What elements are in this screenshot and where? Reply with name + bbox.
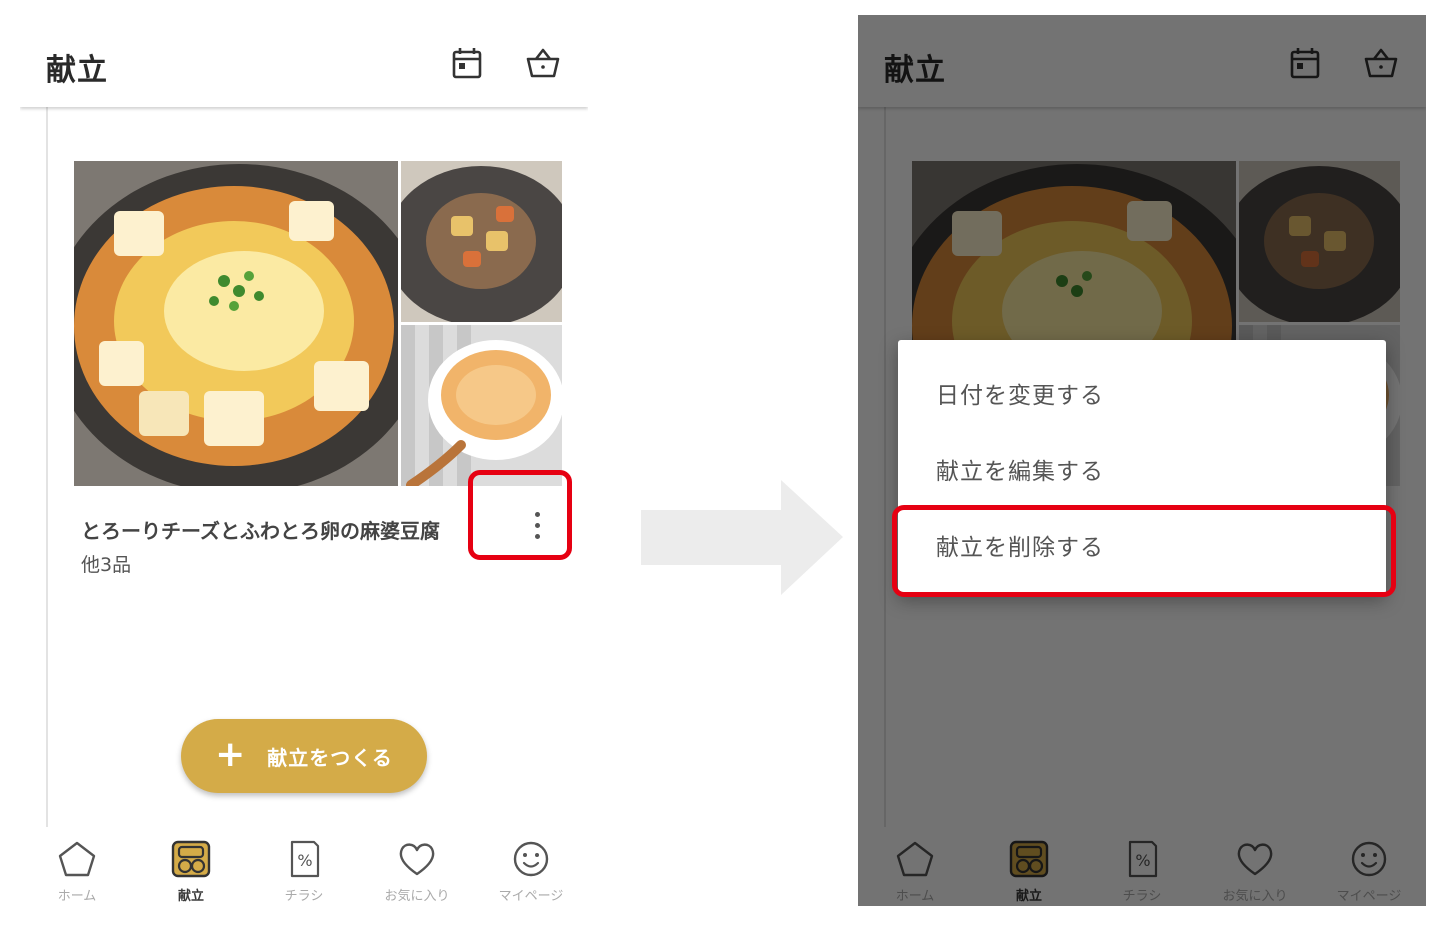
bottom-nav: ホーム 献立 % チラシ お気に入り xyxy=(20,827,588,906)
page-title: 献立 xyxy=(46,53,108,88)
nav-label-menu: 献立 xyxy=(177,889,204,904)
timeline-line xyxy=(46,107,48,827)
screen-after: 献立 xyxy=(858,15,1426,906)
nav-label-home: ホーム xyxy=(57,889,97,904)
menu-item-delete-menu[interactable]: 献立を削除する xyxy=(936,528,1104,562)
nav-item-menu[interactable]: 献立 xyxy=(141,839,241,904)
context-menu: 日付を変更する 献立を編集する 献立を削除する xyxy=(898,340,1386,594)
basket-icon[interactable] xyxy=(523,43,563,83)
dish-title[interactable]: とろーりチーズとふわとろ卵の麻婆豆腐 xyxy=(81,515,440,544)
nav-label-favorites: お気に入り xyxy=(384,889,450,904)
smiley-icon xyxy=(513,841,549,877)
side-dish-image-2[interactable] xyxy=(401,325,562,486)
arrow-right-icon xyxy=(641,480,843,595)
screen-before: 献立 とろーりチーズとふわとろ卵の麻婆豆腐 他3品 + 献立をつくる ホーム 献… xyxy=(20,15,588,906)
create-menu-button[interactable]: + 献立をつくる xyxy=(181,719,427,793)
side-dish-image-1[interactable] xyxy=(401,161,562,322)
nav-label-flyer: チラシ xyxy=(284,889,324,904)
menu-item-change-date[interactable]: 日付を変更する xyxy=(936,376,1104,410)
nav-item-favorites[interactable]: お気に入り xyxy=(367,839,467,904)
home-icon xyxy=(58,841,96,877)
nav-item-flyer[interactable]: % チラシ xyxy=(254,839,354,904)
plus-icon: + xyxy=(215,733,246,775)
flyer-icon: % xyxy=(290,840,320,878)
menu-icon xyxy=(171,840,211,878)
heart-icon xyxy=(399,843,435,876)
dish-count: 他3品 xyxy=(81,554,132,576)
menu-item-edit-menu[interactable]: 献立を編集する xyxy=(936,452,1104,486)
menu-card-images[interactable] xyxy=(74,161,562,486)
more-vert-icon[interactable] xyxy=(520,505,554,545)
app-bar: 献立 xyxy=(20,15,588,107)
svg-text:%: % xyxy=(297,851,312,870)
create-menu-label: 献立をつくる xyxy=(267,745,393,770)
main-dish-image[interactable] xyxy=(74,161,398,486)
calendar-icon[interactable] xyxy=(447,43,487,83)
nav-label-mypage: マイページ xyxy=(498,889,564,904)
nav-item-mypage[interactable]: マイページ xyxy=(481,839,581,904)
nav-item-home[interactable]: ホーム xyxy=(27,839,127,904)
